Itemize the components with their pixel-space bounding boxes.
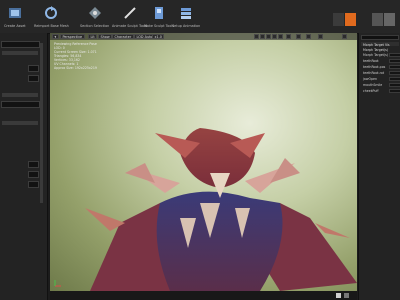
morph-row: cheekPuff [361,89,400,94]
playback-bar [50,291,357,300]
left-section-header[interactable] [2,51,38,55]
make-sculpt-tools-button[interactable]: Make Sculpt Tools [144,4,174,28]
morph-value-field[interactable] [389,89,400,93]
left-panel [0,33,48,300]
create-asset-button[interactable]: Create Asset [4,4,26,28]
create-asset-icon [6,4,24,22]
morph-row: mouthSmile [361,83,400,88]
make-sculpt-icon [150,4,168,22]
morph-row: teethRoot.rot [361,71,400,76]
morph-target-label: Morph Target(s) [363,48,389,52]
reimport-icon [42,4,60,22]
left-value-field[interactable] [28,171,39,178]
left-search-field[interactable] [1,41,40,48]
skeleton-mode-button[interactable] [333,13,344,26]
animate-sculpt-tools-button[interactable]: Animate Sculpt Tools [112,4,147,28]
left-section-header[interactable] [2,121,38,125]
animation-mode-button[interactable] [372,13,383,26]
morph-target-header: Morph Target(s) [361,47,399,52]
viewport[interactable]: ▾ Perspective Lit Show Character LOD Aut… [50,33,357,291]
setup-animation-icon [177,4,195,22]
reimport-base-mesh-button[interactable]: Reimport Base Mesh [34,4,69,28]
morph-value-field[interactable] [389,71,400,75]
details-panel: Morph Target Vis Morph Target(s) Morph T… [358,33,400,300]
morph-value-field[interactable] [389,83,400,87]
left-section-header[interactable] [2,93,38,97]
morph-row: teethRoot.pos [361,65,400,70]
left-value-field[interactable] [28,65,39,72]
morph-value-field[interactable] [389,77,400,81]
left-value-field[interactable] [28,181,39,188]
left-combo-field[interactable] [1,101,40,108]
details-header[interactable]: Morph Target Vis [361,42,399,47]
mesh-mode-button[interactable] [345,13,356,26]
main-toolbar: Create Asset Reimport Base Mesh Section … [0,0,400,34]
physics-mode-button[interactable] [384,13,395,26]
morph-value-field[interactable] [389,65,400,69]
left-value-field[interactable] [28,161,39,168]
record-icon[interactable] [344,293,349,298]
axis-gizmo [54,279,62,287]
morph-row: teethRoot [361,59,400,64]
setup-animation-button[interactable]: Setup Animation [172,4,200,28]
left-scrollbar[interactable] [40,43,43,203]
section-selection-icon [86,4,104,22]
morph-row: Morph Target(s) [361,53,400,58]
section-selection-button[interactable]: Section Selection [80,4,109,28]
morph-row: jawOpen [361,77,400,82]
sculpt-tools-icon [121,4,139,22]
morph-value-field[interactable] [389,59,400,63]
left-value-field[interactable] [28,75,39,82]
details-search-input[interactable] [361,35,399,40]
morph-value-field[interactable] [389,53,400,57]
stop-icon[interactable] [336,293,341,298]
creature-model [85,63,357,291]
